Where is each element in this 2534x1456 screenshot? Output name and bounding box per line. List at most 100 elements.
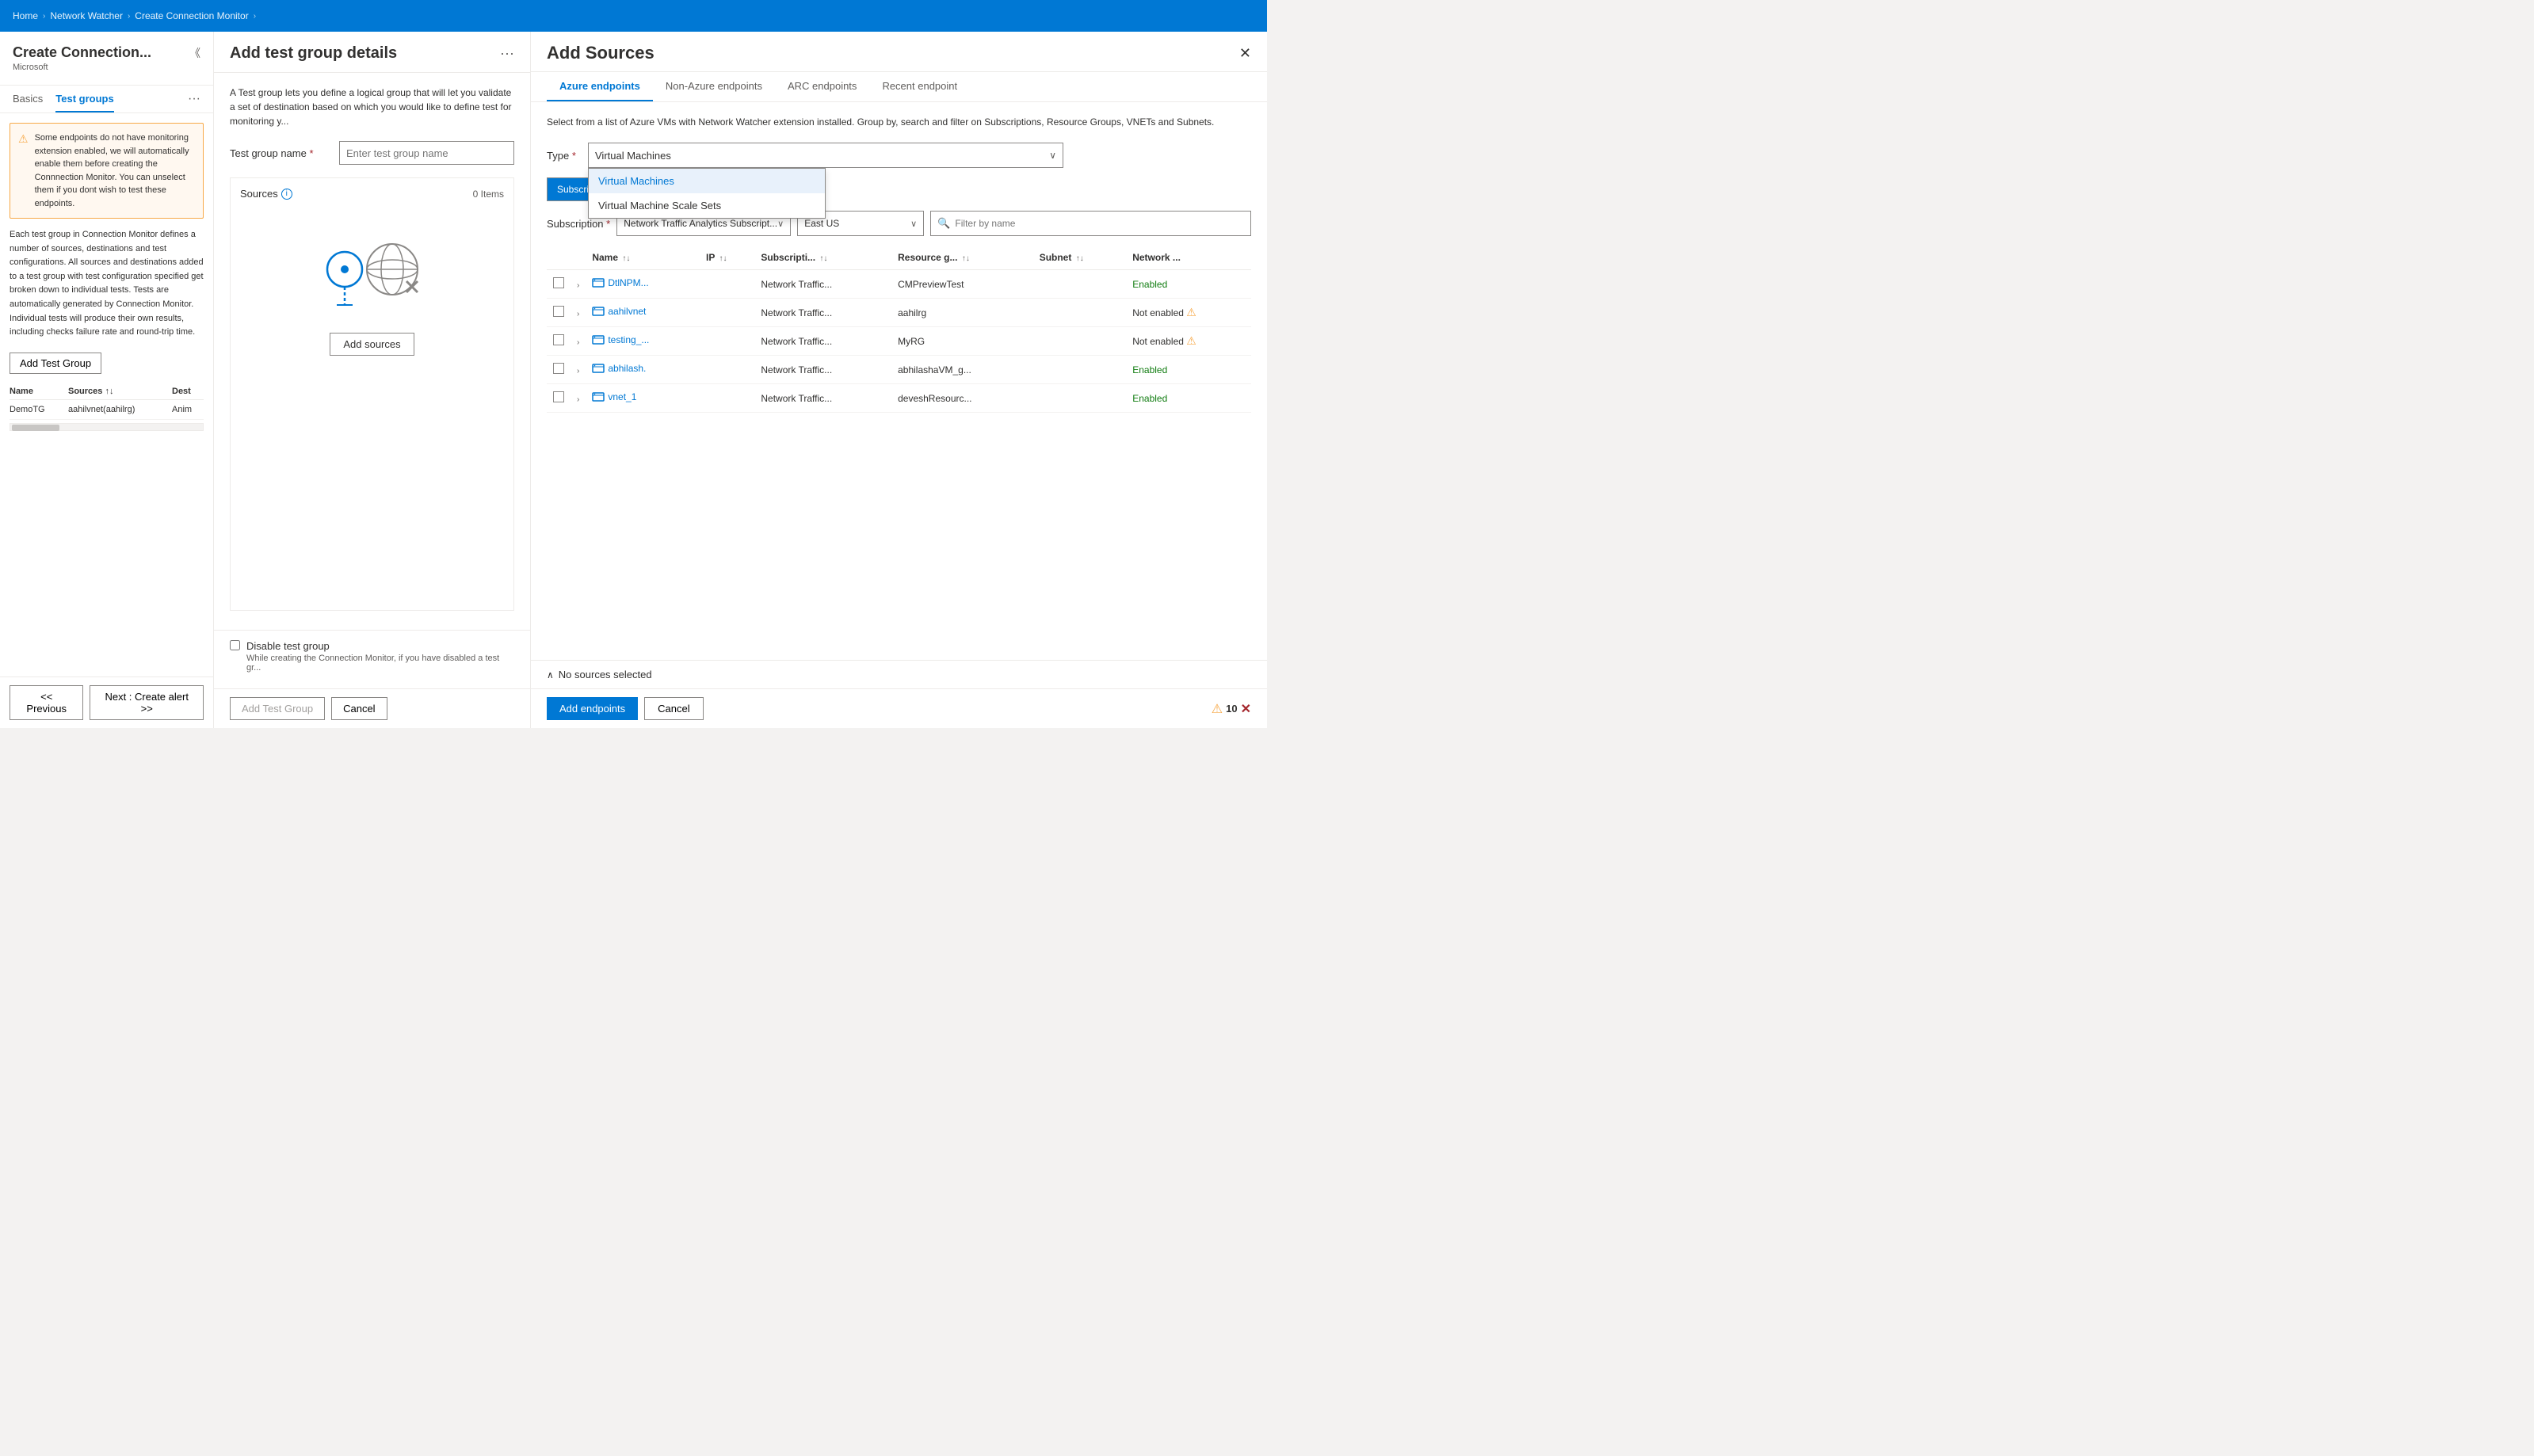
- row-name: vnet_1: [586, 384, 700, 413]
- row-expand-icon[interactable]: ›: [577, 338, 579, 347]
- close-button[interactable]: ✕: [1239, 46, 1251, 60]
- row-expand-icon[interactable]: ›: [577, 395, 579, 404]
- warning-icon: ⚠: [18, 132, 29, 210]
- add-endpoints-button[interactable]: Add endpoints: [547, 697, 638, 720]
- horizontal-scrollbar[interactable]: [10, 423, 204, 431]
- next-button[interactable]: Next : Create alert >>: [90, 685, 204, 720]
- row-checkbox-cell: [547, 356, 571, 384]
- disable-test-group-checkbox[interactable]: [230, 640, 240, 650]
- globe-icon: [361, 238, 424, 301]
- row-name-link[interactable]: DtlNPM...: [608, 277, 648, 288]
- disable-test-group-desc: While creating the Connection Monitor, i…: [246, 654, 514, 673]
- tab-azure-endpoints[interactable]: Azure endpoints: [547, 72, 653, 101]
- th-sources: Sources ↑↓: [68, 387, 169, 396]
- previous-button[interactable]: << Previous: [10, 685, 83, 720]
- table-row[interactable]: › DtlNPM... Network Traffic... CMPrevie: [547, 270, 1251, 299]
- middle-more-icon[interactable]: ···: [500, 45, 514, 62]
- filter-by-name-input[interactable]: [955, 218, 1244, 229]
- th-resource-group: Resource g... ↑↓: [891, 246, 1033, 270]
- tab-test-groups[interactable]: Test groups: [55, 93, 113, 112]
- tab-recent-endpoint[interactable]: Recent endpoint: [869, 72, 970, 101]
- scrollbar-thumb[interactable]: [12, 425, 59, 431]
- vm-icon-shape: [592, 305, 605, 318]
- cancel-button-middle[interactable]: Cancel: [331, 697, 387, 720]
- region-arrow-icon: ∨: [910, 219, 917, 229]
- add-sources-button[interactable]: Add sources: [330, 333, 414, 356]
- cancel-button-right[interactable]: Cancel: [644, 697, 703, 720]
- type-dropdown[interactable]: Virtual Machines ∨: [588, 143, 1063, 168]
- vm-icon-shape: [592, 334, 605, 346]
- ip-sort-icon[interactable]: ↑↓: [719, 254, 727, 263]
- row-sources: aahilvnet(aahilrg): [68, 405, 169, 414]
- filter-by-name-input-wrapper[interactable]: 🔍: [930, 211, 1251, 236]
- info-text: Each test group in Connection Monitor de…: [10, 228, 204, 340]
- table-row[interactable]: › vnet_1 Network Traffic... deveshResou: [547, 384, 1251, 413]
- row-name-link[interactable]: vnet_1: [608, 391, 636, 402]
- table-row[interactable]: › testing_... Network Traffic... MyRG: [547, 327, 1251, 356]
- name-sort-icon[interactable]: ↑↓: [622, 254, 630, 263]
- row-expand-icon[interactable]: ›: [577, 367, 579, 375]
- collapse-icon[interactable]: 《: [189, 45, 200, 61]
- th-subnet: Subnet ↑↓: [1033, 246, 1127, 270]
- row-name-link[interactable]: abhilash.: [608, 363, 646, 374]
- no-sources-row[interactable]: ∧ No sources selected: [547, 669, 1251, 680]
- subscription-sort-icon[interactable]: ↑↓: [819, 254, 827, 263]
- tab-arc-endpoints[interactable]: ARC endpoints: [775, 72, 869, 101]
- test-group-name-input[interactable]: [339, 141, 514, 165]
- row-ip: [700, 270, 754, 299]
- app-title: Create Connection...: [13, 44, 151, 61]
- test-group-name-row: Test group name *: [230, 141, 514, 165]
- resource-sort-icon[interactable]: ↑↓: [962, 254, 970, 263]
- table-row[interactable]: DemoTG aahilvnet(aahilrg) Anim: [10, 400, 204, 420]
- row-expand-icon[interactable]: ›: [577, 310, 579, 318]
- dropdown-option-vmss[interactable]: Virtual Machine Scale Sets: [589, 193, 825, 218]
- chevron-up-icon: ∧: [547, 669, 554, 680]
- breadcrumb-network-watcher[interactable]: Network Watcher: [50, 10, 123, 21]
- subscription-value: Network Traffic Analytics Subscript...: [624, 218, 777, 229]
- row-name: aahilvnet: [586, 299, 700, 327]
- breadcrumb-home[interactable]: Home: [13, 10, 38, 21]
- row-name-link[interactable]: testing_...: [608, 334, 649, 345]
- right-panel-body: Select from a list of Azure VMs with Net…: [531, 102, 1267, 660]
- breadcrumb-sep3: ›: [254, 12, 256, 21]
- th-network: Network ...: [1126, 246, 1251, 270]
- more-options-icon[interactable]: ···: [188, 92, 200, 112]
- left-panel: Create Connection... 《 Microsoft Basics …: [0, 32, 214, 728]
- right-panel-header: Add Sources ✕: [531, 32, 1267, 72]
- sources-section: Sources i 0 Items: [230, 177, 514, 611]
- table-row[interactable]: › aahilvnet Network Traffic... aahilrg: [547, 299, 1251, 327]
- row-checkbox-cell: [547, 299, 571, 327]
- row-checkbox[interactable]: [553, 277, 564, 288]
- error-close-icon[interactable]: ✕: [1241, 701, 1251, 717]
- tab-non-azure-endpoints[interactable]: Non-Azure endpoints: [653, 72, 775, 101]
- th-name: Name ↑↓: [586, 246, 700, 270]
- right-panel-tabs: Azure endpoints Non-Azure endpoints ARC …: [531, 72, 1267, 102]
- row-checkbox-cell: [547, 327, 571, 356]
- add-test-group-button-left[interactable]: Add Test Group: [10, 353, 101, 374]
- row-subscription: Network Traffic...: [754, 270, 891, 299]
- row-expand-icon[interactable]: ›: [577, 281, 579, 290]
- tabs-row: Basics Test groups: [13, 93, 114, 112]
- no-sources-label: No sources selected: [559, 669, 652, 680]
- sources-header: Sources i 0 Items: [240, 188, 504, 200]
- row-checkbox[interactable]: [553, 306, 564, 317]
- type-row: Type * Virtual Machines ∨ Virtual Machin…: [547, 143, 1251, 168]
- vm-icon-wrapper: DtlNPM...: [592, 276, 648, 289]
- row-network: Not enabled ⚠: [1126, 299, 1251, 327]
- tab-basics[interactable]: Basics: [13, 93, 43, 112]
- row-name-link[interactable]: aahilvnet: [608, 306, 646, 317]
- breadcrumb-create-connection-monitor[interactable]: Create Connection Monitor: [135, 10, 248, 21]
- row-checkbox[interactable]: [553, 334, 564, 345]
- row-checkbox[interactable]: [553, 363, 564, 374]
- add-test-group-button-middle[interactable]: Add Test Group: [230, 697, 325, 720]
- row-checkbox[interactable]: [553, 391, 564, 402]
- dropdown-option-vm[interactable]: Virtual Machines: [589, 169, 825, 193]
- type-label: Type *: [547, 150, 578, 162]
- table-row[interactable]: › abhilash. Network Traffic... abhilash: [547, 356, 1251, 384]
- disable-test-group-label: Disable test group: [246, 640, 514, 652]
- subnet-sort-icon[interactable]: ↑↓: [1076, 254, 1084, 263]
- sources-empty-state: Add sources: [240, 206, 504, 387]
- middle-title: Add test group details: [230, 44, 397, 63]
- middle-bottom-buttons: Add Test Group Cancel: [214, 688, 530, 728]
- type-dropdown-popup: Virtual Machines Virtual Machine Scale S…: [588, 168, 826, 219]
